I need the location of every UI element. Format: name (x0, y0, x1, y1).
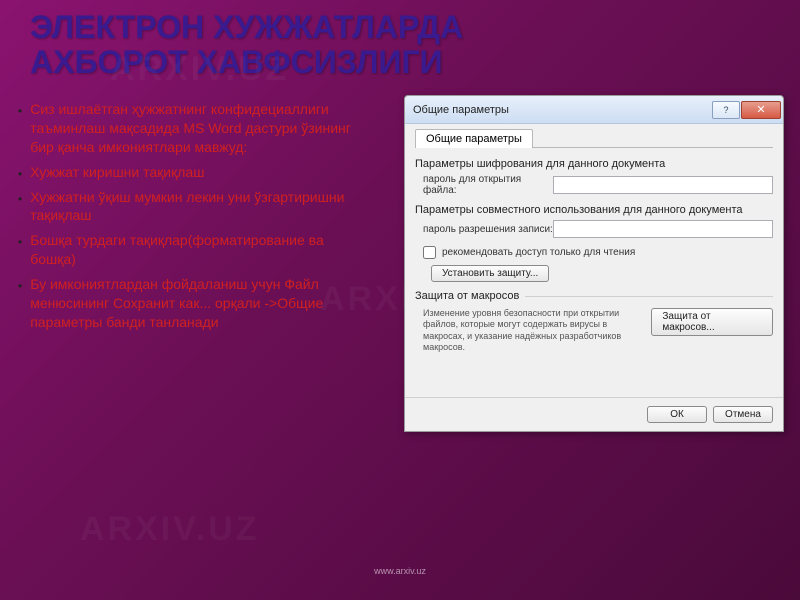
macro-info-text: Изменение уровня безопасности при открыт… (423, 308, 635, 353)
readonly-checkbox-row: рекомендовать доступ только для чтения (415, 246, 773, 259)
readonly-checkbox-label: рекомендовать доступ только для чтения (442, 247, 635, 258)
ok-button[interactable]: ОК (647, 406, 707, 423)
slide-body: • Сиз ишлаётган ҳужжатнинг конфидециалли… (10, 100, 370, 338)
title-line-1: ЭЛЕКТРОН ХУЖЖАТЛАРДА (30, 9, 463, 45)
password-write-row: пароль разрешения записи: (415, 220, 773, 238)
bullet-item: • Сиз ишлаётган ҳужжатнинг конфидециалли… (18, 100, 362, 157)
tab-strip: Общие параметры (415, 128, 773, 148)
footer-url: www.arxiv.uz (374, 566, 426, 576)
password-write-input[interactable] (553, 220, 773, 238)
bullet-text: Хужжатни ўқиш мумкин лекин уни ўзгартири… (30, 188, 362, 226)
bullet-icon: • (18, 235, 22, 269)
general-options-dialog: Общие параметры ? ✕ Общие параметры Пара… (404, 95, 784, 432)
close-button[interactable]: ✕ (741, 101, 781, 119)
bullet-text: Хужжат киришни тақиқлаш (30, 163, 204, 182)
readonly-checkbox[interactable] (423, 246, 436, 259)
bullet-text: Бу имкониятлардан фойдаланиш учун Файл м… (30, 275, 362, 332)
help-button[interactable]: ? (712, 101, 740, 119)
dialog-titlebar: Общие параметры ? ✕ (405, 96, 783, 124)
macro-section-label: Защита от макросов (415, 290, 773, 302)
tab-general[interactable]: Общие параметры (415, 129, 533, 148)
bullet-text: Бошқа турдаги тақиқлар(форматирование ва… (30, 231, 362, 269)
password-open-label: пароль для открытия файла: (423, 174, 553, 196)
password-open-input[interactable] (553, 176, 773, 194)
password-open-row: пароль для открытия файла: (415, 174, 773, 196)
bullet-icon: • (18, 279, 22, 332)
set-protection-button[interactable]: Установить защиту... (431, 265, 549, 282)
encryption-group-label: Параметры шифрования для данного докумен… (415, 158, 773, 170)
title-line-2: АХБОРОТ ХАВФСИЗЛИГИ (30, 44, 443, 80)
bullet-icon: • (18, 167, 22, 182)
dialog-title: Общие параметры (413, 104, 712, 116)
bullet-item: • Хужжатни ўқиш мумкин лекин уни ўзгарти… (18, 188, 362, 226)
bullet-item: • Хужжат киришни тақиқлаш (18, 163, 362, 182)
watermark: ARXIV.UZ (80, 510, 260, 549)
bullet-icon: • (18, 104, 22, 157)
macro-protection-button[interactable]: Защита от макросов... (651, 308, 773, 336)
bullet-item: • Бу имкониятлардан фойдаланиш учун Файл… (18, 275, 362, 332)
bullet-item: • Бошқа турдаги тақиқлар(форматирование … (18, 231, 362, 269)
password-write-label: пароль разрешения записи: (423, 224, 553, 235)
slide-header: ЭЛЕКТРОН ХУЖЖАТЛАРДА АХБОРОТ ХАВФСИЗЛИГИ (0, 0, 800, 86)
sharing-group-label: Параметры совместного использования для … (415, 204, 773, 216)
bullet-text: Сиз ишлаётган ҳужжатнинг конфидециаллиги… (30, 100, 362, 157)
cancel-button[interactable]: Отмена (713, 406, 773, 423)
dialog-body: Общие параметры Параметры шифрования для… (405, 124, 783, 361)
macro-row: Изменение уровня безопасности при открыт… (415, 308, 773, 353)
bullet-icon: • (18, 192, 22, 226)
dialog-button-bar: ОК Отмена (405, 397, 783, 431)
slide-title: ЭЛЕКТРОН ХУЖЖАТЛАРДА АХБОРОТ ХАВФСИЗЛИГИ (30, 10, 770, 80)
